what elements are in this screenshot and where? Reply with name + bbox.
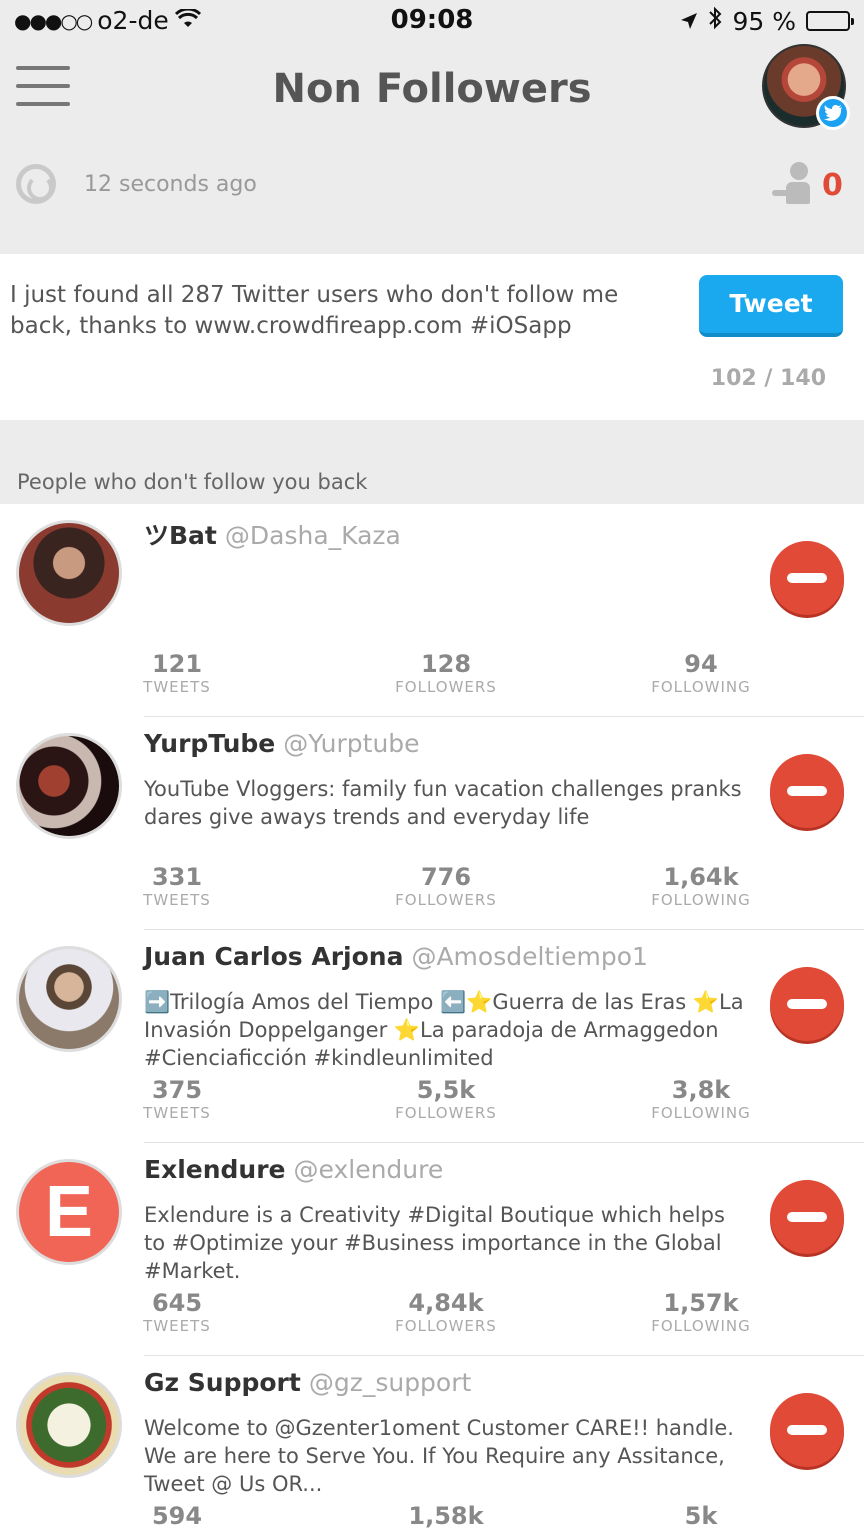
unfollow-count: 0: [822, 168, 843, 203]
following-count: 94: [684, 650, 718, 678]
following-label: Following: [651, 1104, 751, 1122]
account-avatar[interactable]: [762, 44, 850, 130]
list-item[interactable]: E Exlendure @exlendure Exlendure is a Cre…: [0, 1143, 864, 1356]
user-name[interactable]: YurpTube: [144, 729, 275, 758]
avatar[interactable]: [16, 1372, 122, 1478]
user-name[interactable]: ツBat: [144, 521, 217, 550]
tweets-label: Tweets: [143, 678, 211, 696]
unfollow-button[interactable]: [770, 967, 844, 1041]
twitter-bird-icon: [816, 96, 850, 130]
avatar[interactable]: [16, 733, 122, 839]
list-item[interactable]: YurpTube @Yurptube YouTube Vloggers: fami…: [0, 717, 864, 930]
unfollow-button[interactable]: [770, 1393, 844, 1467]
user-handle: @exlendure: [293, 1155, 444, 1184]
avatar[interactable]: [16, 520, 122, 626]
user-bio: Welcome to @Gzenter1oment Customer CARE!…: [144, 1416, 734, 1496]
tweets-count: 645: [151, 1289, 203, 1317]
tweet-button[interactable]: Tweet: [699, 275, 843, 337]
character-counter: 102 / 140: [710, 366, 826, 391]
followers-count: 5,5k: [416, 1076, 476, 1104]
user-handle: @Yurptube: [283, 729, 420, 758]
sync-row: 12 seconds ago 0: [0, 160, 864, 210]
user-handle: @gz_support: [308, 1368, 472, 1397]
followers-label: Followers: [395, 1317, 497, 1335]
user-bio: ➡️Trilogía Amos del Tiempo ⬅️⭐️Guerra de…: [144, 990, 744, 1070]
followers-count: 776: [420, 863, 472, 891]
page-title: Non Followers: [272, 66, 592, 112]
tweet-card: I just found all 287 Twitter users who d…: [0, 254, 864, 420]
tweets-label: Tweets: [143, 1104, 211, 1122]
tweets-count: 594: [151, 1502, 203, 1530]
last-updated-text: 12 seconds ago: [84, 172, 257, 197]
followers-label: Followers: [395, 891, 497, 909]
tweets-label: Tweets: [143, 1317, 211, 1335]
user-name[interactable]: Gz Support: [144, 1368, 301, 1397]
tweet-text[interactable]: I just found all 287 Twitter users who d…: [10, 280, 670, 342]
tweets-count: 331: [151, 863, 203, 891]
list-item[interactable]: Juan Carlos Arjona @Amosdeltiempo1 ➡️Tril…: [0, 930, 864, 1143]
bluetooth-icon: [708, 6, 722, 36]
user-list[interactable]: ツBat @Dasha_Kaza 121 Tweets 128 Followers 9…: [0, 504, 864, 1536]
status-bar: ●●●○○ o2-de 09:08 95 %: [0, 0, 864, 44]
user-handle: @Dasha_Kaza: [224, 521, 401, 550]
list-item[interactable]: Gz Support @gz_support Welcome to @Gzente…: [0, 1356, 864, 1536]
location-arrow-icon: [680, 7, 698, 36]
unfollow-button[interactable]: [770, 541, 844, 615]
following-count: 1,57k: [663, 1289, 739, 1317]
followers-count: 128: [420, 650, 472, 678]
avatar[interactable]: E: [16, 1159, 122, 1265]
following-label: Following: [651, 891, 751, 909]
tweets-count: 375: [151, 1076, 203, 1104]
unfollow-person-icon[interactable]: [772, 160, 814, 208]
following-label: Following: [651, 1317, 751, 1335]
user-handle: @Amosdeltiempo1: [411, 942, 648, 971]
unfollow-button[interactable]: [770, 1180, 844, 1254]
tweets-count: 121: [151, 650, 203, 678]
refresh-icon[interactable]: [16, 164, 56, 204]
following-count: 5k: [684, 1502, 718, 1530]
followers-label: Followers: [395, 678, 497, 696]
battery-icon: [806, 11, 854, 31]
user-name[interactable]: Juan Carlos Arjona: [144, 942, 403, 971]
tweets-label: Tweets: [143, 891, 211, 909]
user-bio: YouTube Vloggers: family fun vacation ch…: [144, 777, 742, 829]
user-name[interactable]: Exlendure: [144, 1155, 286, 1184]
unfollow-button[interactable]: [770, 754, 844, 828]
avatar[interactable]: [16, 946, 122, 1052]
following-count: 3,8k: [671, 1076, 731, 1104]
followers-count: 1,58k: [408, 1502, 484, 1530]
following-count: 1,64k: [663, 863, 739, 891]
section-title: People who don't follow you back: [17, 470, 368, 494]
user-bio: Exlendure is a Creativity #Digital Bouti…: [144, 1203, 725, 1283]
followers-label: Followers: [395, 1104, 497, 1122]
following-label: Following: [651, 678, 751, 696]
list-item[interactable]: ツBat @Dasha_Kaza 121 Tweets 128 Followers 9…: [0, 504, 864, 717]
followers-count: 4,84k: [408, 1289, 484, 1317]
battery-percentage: 95 %: [732, 6, 796, 36]
